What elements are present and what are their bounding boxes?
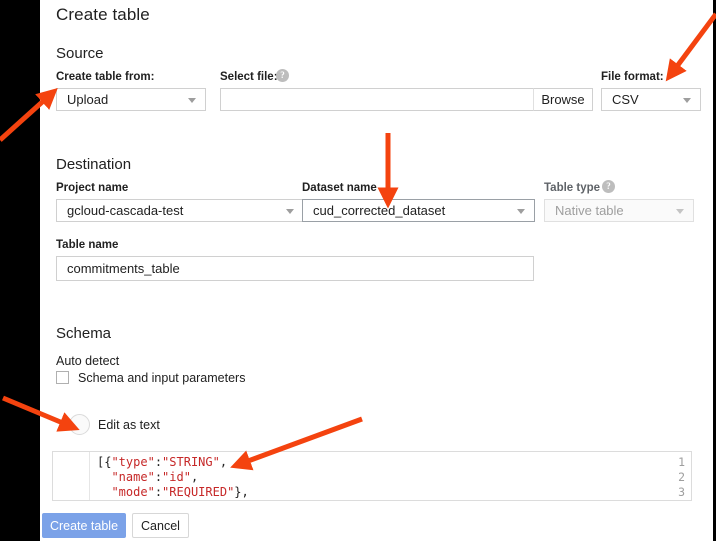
page-title: Create table: [56, 5, 150, 24]
table-type-select: Native table: [544, 199, 694, 222]
chevron-down-icon: [517, 208, 525, 214]
auto-detect-checkbox[interactable]: [56, 371, 69, 384]
auto-detect-checkbox-label[interactable]: Schema and input parameters: [78, 371, 245, 385]
file-format-label: File format:: [601, 71, 664, 83]
dataset-name-value: cud_corrected_dataset: [313, 203, 446, 218]
code-token: },: [234, 485, 249, 499]
code-token: ,: [190, 470, 199, 484]
create-table-from-label: Create table from:: [56, 71, 155, 83]
editor-code-line[interactable]: [{"type":"STRING",: [97, 455, 227, 469]
editor-line-number: 1: [678, 455, 685, 469]
code-token: :: [154, 485, 163, 499]
code-token: :: [154, 455, 163, 469]
dataset-name-select[interactable]: cud_corrected_dataset: [302, 199, 535, 222]
editor-code-line[interactable]: "name":"id",: [97, 470, 198, 484]
code-token: ,: [219, 455, 228, 469]
code-token: "mode": [111, 485, 155, 499]
auto-detect-label: Auto detect: [56, 354, 120, 368]
help-icon-select-file[interactable]: ?: [276, 69, 289, 82]
create-table-panel: Create table Source Create table from: U…: [40, 0, 713, 541]
table-type-label: Table type: [544, 182, 601, 194]
create-table-button-label: Create table: [49, 518, 119, 533]
edit-as-text-radio[interactable]: [69, 414, 90, 435]
create-table-from-select[interactable]: Upload: [56, 88, 206, 111]
select-file-label: Select file:: [220, 71, 278, 83]
cancel-button-label: Cancel: [141, 518, 180, 533]
help-icon-table-type[interactable]: ?: [602, 180, 615, 193]
cancel-button[interactable]: Cancel: [132, 513, 189, 538]
chevron-down-icon: [188, 97, 196, 103]
code-token: [{: [97, 455, 112, 469]
source-section-heading: Source: [56, 45, 104, 62]
left-page-gutter: [0, 0, 40, 541]
code-token: "id": [162, 470, 191, 484]
code-token: :: [154, 470, 163, 484]
browse-button-label: Browse: [541, 92, 585, 107]
table-name-label: Table name: [56, 239, 119, 251]
editor-line-number-gutter: [53, 452, 90, 500]
schema-text-editor[interactable]: 1 [{"type":"STRING", 2 "name":"id", 3 "mode…: [52, 451, 692, 501]
project-name-label: Project name: [56, 182, 129, 194]
file-format-value: CSV: [612, 92, 639, 107]
browse-button[interactable]: Browse: [533, 88, 593, 111]
table-name-input[interactable]: commitments_table: [56, 256, 534, 281]
create-table-from-value: Upload: [67, 92, 109, 107]
chevron-down-icon: [683, 97, 691, 103]
destination-section-heading: Destination: [56, 156, 132, 173]
project-name-value: gcloud-cascada-test: [67, 203, 184, 218]
create-table-screen: Create table Source Create table from: U…: [0, 0, 716, 541]
editor-line-number: 2: [678, 470, 685, 484]
code-token: "type": [111, 455, 155, 469]
editor-code-line[interactable]: "mode":"REQUIRED"},: [97, 485, 249, 499]
schema-section-heading: Schema: [56, 325, 112, 342]
editor-line-number: 3: [678, 485, 685, 499]
create-table-button[interactable]: Create table: [42, 513, 126, 538]
project-name-select[interactable]: gcloud-cascada-test: [56, 199, 304, 222]
chevron-down-icon: [286, 208, 294, 214]
code-token: "REQUIRED": [162, 485, 235, 499]
dataset-name-label: Dataset name: [302, 182, 377, 194]
file-format-select[interactable]: CSV: [601, 88, 701, 111]
select-file-input[interactable]: [220, 88, 574, 111]
table-type-value: Native table: [555, 203, 624, 218]
chevron-down-icon: [676, 208, 684, 214]
code-token: "name": [111, 470, 155, 484]
edit-as-text-label[interactable]: Edit as text: [98, 418, 160, 432]
table-name-value: commitments_table: [67, 261, 180, 276]
code-token: "STRING": [162, 455, 220, 469]
